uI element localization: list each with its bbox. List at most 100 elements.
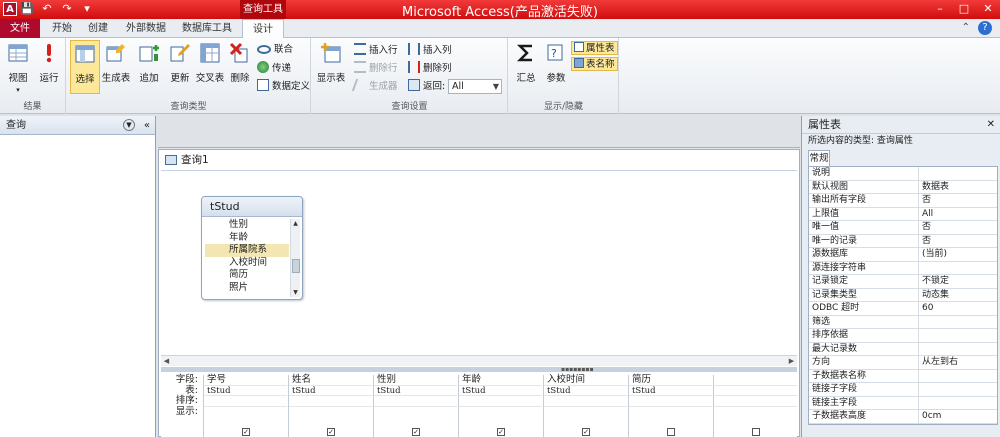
scroll-thumb[interactable] xyxy=(292,259,300,273)
field-list-item[interactable]: 入校时间 xyxy=(205,257,289,270)
grid-table-cell[interactable]: tStud xyxy=(374,386,457,396)
property-value[interactable]: (当前) xyxy=(919,248,997,261)
grid-field-cell[interactable]: 入校时间 xyxy=(544,374,627,386)
close-icon[interactable]: ✕ xyxy=(976,0,1000,19)
delete-columns-button[interactable]: 删除列 xyxy=(408,61,452,75)
grid-column[interactable] xyxy=(713,375,797,437)
grid-sort-cell[interactable] xyxy=(544,396,627,407)
show-checkbox[interactable]: ✓ xyxy=(412,428,420,436)
horizontal-scrollbar[interactable]: ◀ ▶ xyxy=(161,355,797,366)
grid-table-cell[interactable]: tStud xyxy=(289,386,372,396)
property-value[interactable] xyxy=(919,316,997,329)
union-button[interactable]: 联合 xyxy=(257,43,293,57)
scroll-down-icon[interactable]: ▼ xyxy=(291,288,300,297)
grid-table-cell[interactable]: tStud xyxy=(544,386,627,396)
property-row[interactable]: 子数据表名称 xyxy=(809,369,997,383)
property-value[interactable] xyxy=(919,383,997,396)
scroll-right-icon[interactable]: ▶ xyxy=(786,356,797,366)
access-app-icon[interactable]: A xyxy=(3,2,17,16)
property-row[interactable]: 输出所有字段否 xyxy=(809,194,997,208)
field-list-item[interactable]: 年龄 xyxy=(205,232,289,245)
property-value[interactable]: 60 xyxy=(919,302,997,315)
show-checkbox[interactable]: ✓ xyxy=(327,428,335,436)
property-value[interactable] xyxy=(919,167,997,180)
show-checkbox[interactable] xyxy=(667,428,675,436)
grid-field-cell[interactable]: 简历 xyxy=(629,374,712,386)
property-row[interactable]: 排序依据 xyxy=(809,329,997,343)
undo-icon[interactable]: ↶ xyxy=(40,2,54,16)
grid-sort-cell[interactable] xyxy=(629,396,712,407)
tab-create[interactable]: 创建 xyxy=(82,19,114,38)
property-sheet-toggle[interactable]: 属性表 xyxy=(571,41,618,55)
property-value[interactable]: 不锁定 xyxy=(919,275,997,288)
tab-home[interactable]: 开始 xyxy=(46,19,78,38)
property-row[interactable]: 记录锁定 不锁定 xyxy=(809,275,997,289)
property-value[interactable]: 否 xyxy=(919,194,997,207)
append-button[interactable]: 追加 xyxy=(134,40,164,94)
select-query-button[interactable]: 选择 xyxy=(70,40,100,94)
data-definition-button[interactable]: 数据定义 xyxy=(257,79,310,93)
builder-button[interactable]: 生成器 xyxy=(351,79,398,93)
property-row[interactable]: 默认视图 数据表 xyxy=(809,180,997,194)
totals-button[interactable]: 汇总 xyxy=(511,40,541,94)
view-button[interactable]: 视图 ▾ xyxy=(3,40,33,94)
property-row[interactable]: 唯一的记录否 xyxy=(809,234,997,248)
show-checkbox[interactable]: ✓ xyxy=(242,428,250,436)
property-row[interactable]: 子数据表高度 0cm xyxy=(809,410,997,424)
grid-table-cell[interactable]: tStud xyxy=(629,386,712,396)
property-value[interactable] xyxy=(919,329,997,342)
grid-sort-cell[interactable] xyxy=(714,396,797,407)
property-value[interactable]: 数据表 xyxy=(919,181,997,194)
query-document-tab[interactable]: 查询1 xyxy=(161,152,209,168)
run-button[interactable]: 运行 xyxy=(34,40,64,94)
show-checkbox[interactable]: ✓ xyxy=(582,428,590,436)
field-list-scrollbar[interactable]: ▲ ▼ xyxy=(290,219,300,297)
redo-icon[interactable]: ↷ xyxy=(60,2,74,16)
property-row[interactable]: 最大记录数 xyxy=(809,342,997,356)
scroll-up-icon[interactable]: ▲ xyxy=(291,219,300,228)
grid-field-cell[interactable]: 性别 xyxy=(374,374,457,386)
grid-field-cell[interactable]: 姓名 xyxy=(289,374,372,386)
make-table-button[interactable]: 生成表 xyxy=(101,40,131,94)
insert-rows-button[interactable]: 插入行 xyxy=(354,43,398,57)
delete-rows-button[interactable]: 删除行 xyxy=(354,61,398,75)
show-table-button[interactable]: 显示表 xyxy=(316,40,346,94)
delete-query-button[interactable]: 删除 xyxy=(225,40,255,94)
tab-design[interactable]: 设计 xyxy=(242,19,284,39)
close-icon[interactable]: ✕ xyxy=(987,116,995,134)
update-button[interactable]: 更新 xyxy=(165,40,195,94)
customize-toolbar-icon[interactable]: ▾ xyxy=(80,2,94,16)
property-value[interactable]: 否 xyxy=(919,221,997,234)
tab-database-tools[interactable]: 数据库工具 xyxy=(176,19,238,38)
parameters-button[interactable]: ? 参数 xyxy=(541,40,571,94)
property-row[interactable]: 链接主字段 xyxy=(809,396,997,410)
scroll-left-icon[interactable]: ◀ xyxy=(161,356,172,366)
grid-field-cell[interactable]: 学号 xyxy=(204,374,287,386)
maximize-icon[interactable]: □ xyxy=(952,0,976,19)
help-icon[interactable]: ? xyxy=(978,21,992,35)
grid-field-cell[interactable] xyxy=(714,375,797,386)
crosstab-button[interactable]: 交叉表 xyxy=(195,40,225,94)
property-value[interactable] xyxy=(919,262,997,275)
save-icon[interactable]: 💾 xyxy=(20,2,34,16)
show-checkbox[interactable] xyxy=(752,428,760,436)
grid-sort-cell[interactable] xyxy=(374,396,457,407)
property-value[interactable]: All xyxy=(919,208,997,221)
property-value[interactable]: 动态集 xyxy=(919,289,997,302)
property-row[interactable]: 源连接字符串 xyxy=(809,261,997,275)
field-list-item[interactable]: 所属院系 xyxy=(205,244,289,257)
property-value[interactable]: 否 xyxy=(919,235,997,248)
property-row[interactable]: 筛选 xyxy=(809,315,997,329)
return-combobox[interactable]: All ▼ xyxy=(448,79,502,94)
grid-column[interactable]: 简历 tStud xyxy=(628,374,712,437)
property-value[interactable]: 0cm xyxy=(919,410,997,423)
property-value[interactable] xyxy=(919,370,997,383)
show-checkbox[interactable]: ✓ xyxy=(497,428,505,436)
grid-column[interactable]: 性别 tStud ✓ xyxy=(373,374,457,437)
grid-column[interactable]: 姓名 tStud ✓ xyxy=(288,374,372,437)
passthrough-button[interactable]: 传递 xyxy=(257,61,291,75)
grid-column[interactable]: 入校时间 tStud ✓ xyxy=(543,374,627,437)
field-list-item[interactable]: 简历 xyxy=(205,269,289,282)
grid-table-cell[interactable]: tStud xyxy=(204,386,287,396)
property-row[interactable]: 源数据库 (当前) xyxy=(809,248,997,262)
